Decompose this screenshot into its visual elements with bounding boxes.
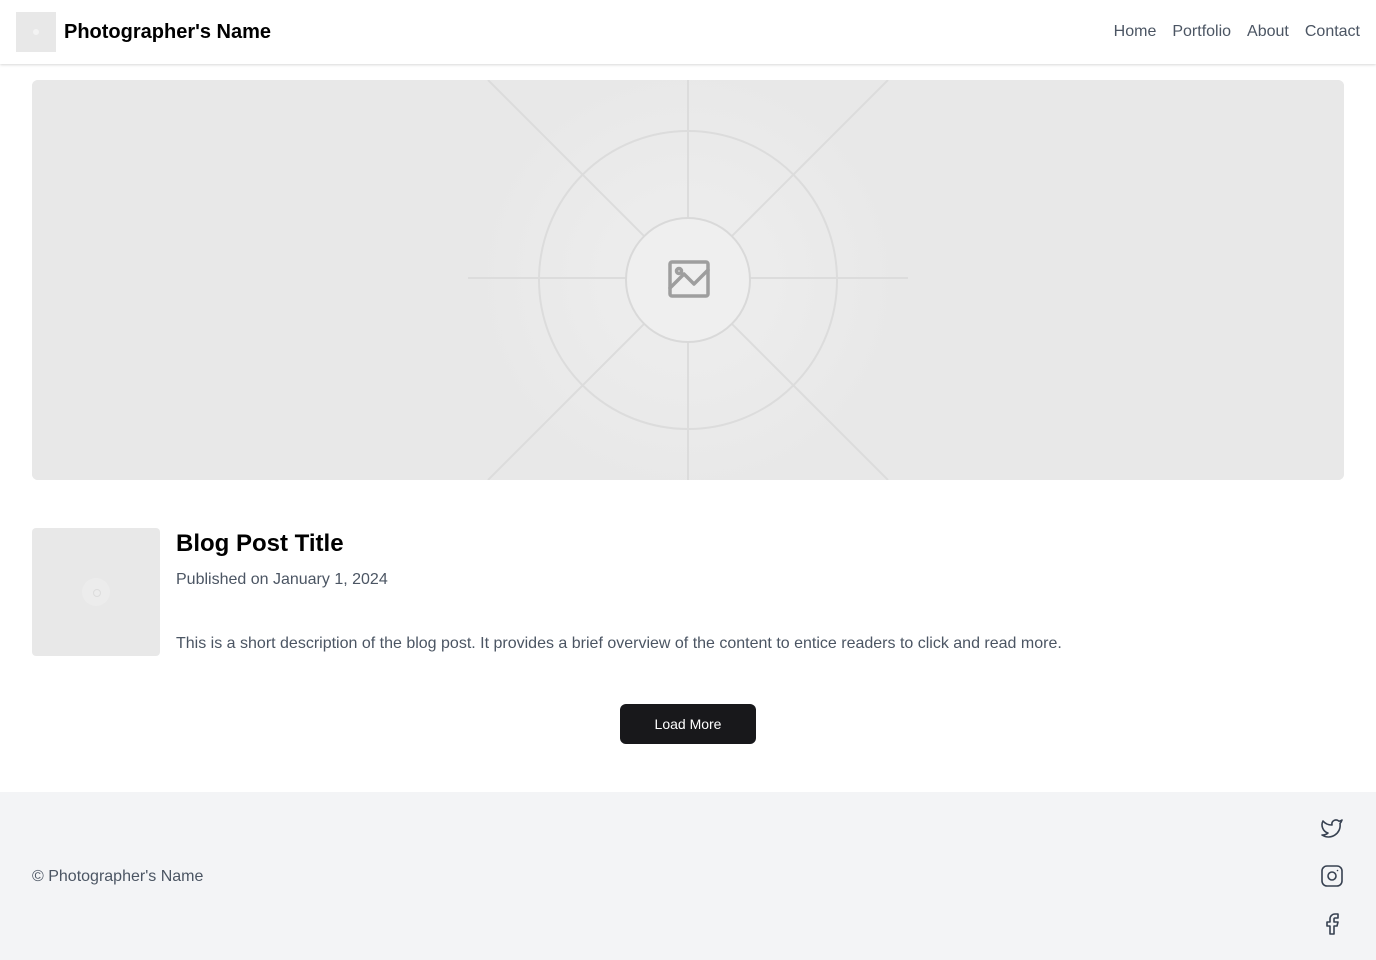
nav-home[interactable]: Home [1114,23,1157,41]
brand[interactable]: Photographer's Name [16,12,271,52]
post-title[interactable]: Blog Post Title [176,528,344,560]
hero-placeholder-graphic [32,80,1344,480]
main-nav: Home Portfolio About Contact [1114,23,1360,41]
facebook-link[interactable] [1320,912,1344,936]
copyright-text: © Photographer's Name [32,868,204,885]
logo[interactable] [16,12,56,52]
nav-portfolio[interactable]: Portfolio [1172,23,1231,41]
post-date: Published on January 1, 2024 [176,571,388,588]
brand-name[interactable]: Photographer's Name [64,21,271,44]
twitter-link[interactable] [1320,816,1344,840]
social-links [1320,816,1344,936]
site-footer: © Photographer's Name [0,792,1376,960]
load-more-button[interactable]: Load More [620,704,756,744]
post-description: This is a short description of the blog … [176,635,1062,652]
facebook-icon [1326,913,1339,935]
instagram-icon [1321,865,1343,887]
twitter-icon [1321,819,1343,838]
blog-post-card[interactable]: Blog Post Title Published on January 1, … [32,528,1344,656]
instagram-link[interactable] [1320,864,1344,888]
nav-about[interactable]: About [1247,23,1289,41]
hero-image [32,80,1344,480]
nav-contact[interactable]: Contact [1305,23,1360,41]
site-header: Photographer's Name Home Portfolio About… [0,0,1376,64]
post-thumbnail[interactable] [32,528,160,656]
